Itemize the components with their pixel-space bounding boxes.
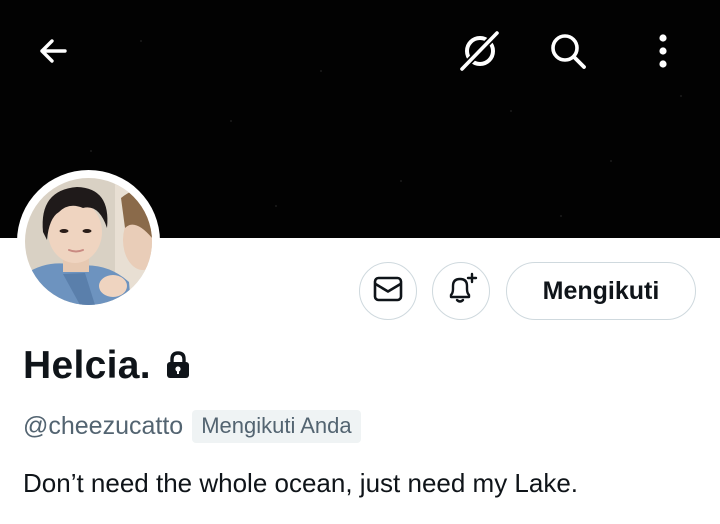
search-icon — [547, 30, 589, 72]
display-name: Helcia. — [23, 344, 151, 387]
message-button[interactable] — [359, 262, 417, 320]
lock-icon[interactable] — [165, 350, 191, 385]
follows-you-badge: Mengikuti Anda — [192, 410, 361, 443]
handle-row: @cheezucatto Mengikuti Anda — [23, 410, 361, 443]
following-button[interactable]: Mengikuti — [506, 262, 696, 320]
notify-button[interactable] — [432, 262, 490, 320]
grok-icon — [457, 28, 503, 74]
grok-button[interactable] — [455, 26, 505, 76]
avatar[interactable] — [25, 178, 152, 305]
more-options-button[interactable] — [638, 26, 688, 76]
profile-bio: Don’t need the whole ocean, just need my… — [23, 468, 579, 498]
arrow-left-icon — [35, 33, 71, 69]
envelope-icon — [372, 273, 404, 310]
name-row: Helcia. — [23, 344, 191, 388]
username-handle: @cheezucatto — [23, 412, 184, 440]
more-vertical-icon — [656, 31, 670, 71]
avatar-frame[interactable] — [17, 170, 160, 313]
search-button[interactable] — [543, 26, 593, 76]
bell-plus-icon — [443, 271, 479, 312]
back-button[interactable] — [28, 26, 78, 76]
